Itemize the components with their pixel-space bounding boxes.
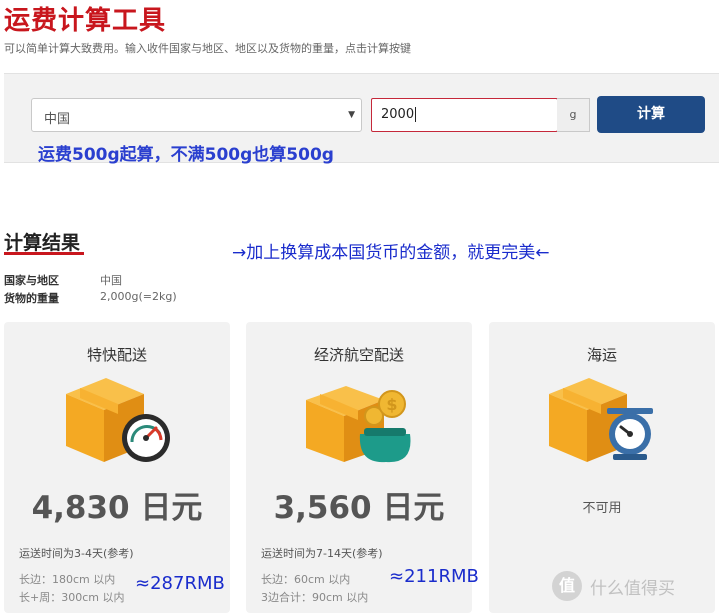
result-weight-value: 2,000g(=2kg) xyxy=(100,290,177,303)
result-heading-underline xyxy=(4,252,84,255)
rmb-note-economy: ≈211RMB xyxy=(389,566,479,587)
country-select-value: 中国 xyxy=(44,112,71,127)
card-price: 3,560 日元 xyxy=(273,490,445,526)
country-select[interactable]: 中国 ▼ xyxy=(31,98,362,132)
chevron-down-icon: ▼ xyxy=(348,110,355,120)
weight-unit-label: g xyxy=(557,98,590,132)
card-delivery-time: 运送时间为7-14天(参考) xyxy=(261,547,383,560)
svg-text:$: $ xyxy=(386,395,397,414)
result-weight-label: 货物的重量 xyxy=(4,292,59,305)
box-scale-icon xyxy=(549,378,653,462)
result-heading: 计算结果 xyxy=(4,232,81,254)
card-size-limit-2: 3边合计：90cm 以内 xyxy=(261,591,369,604)
calculate-button[interactable]: 计算 xyxy=(597,96,705,133)
currency-annotation: →加上换算成本国货币的金额，就更完美← xyxy=(232,243,550,263)
card-title: 特快配送 xyxy=(86,346,147,364)
weight-input[interactable]: 2000 xyxy=(371,98,558,132)
text-caret xyxy=(415,107,417,122)
card-price: 4,830 日元 xyxy=(31,490,203,526)
card-size-limit-1: 长边：60cm 以内 xyxy=(261,573,351,586)
watermark-logo-icon: 值 xyxy=(552,571,582,601)
card-title: 经济航空配送 xyxy=(313,346,404,364)
card-size-limit-2: 长+周：300cm 以内 xyxy=(19,591,125,604)
card-unavailable: 不可用 xyxy=(582,501,622,516)
card-title: 海运 xyxy=(586,346,617,364)
card-delivery-time: 运送时间为3-4天(参考) xyxy=(19,547,134,560)
result-country-value: 中国 xyxy=(100,274,122,287)
weight-input-value: 2000 xyxy=(381,107,415,122)
result-country-label: 国家与地区 xyxy=(4,274,59,287)
rmb-note-express: ≈287RMB xyxy=(135,573,225,594)
card-size-limit-1: 长边：180cm 以内 xyxy=(19,573,116,586)
min-weight-annotation: 运费500g起算，不满500g也算500g xyxy=(38,145,334,165)
shipping-card-express: 特快配送 4,830 日元 运送时间为3-4天(参考) 长边：180cm 以内 … xyxy=(4,322,230,613)
box-moneybag-icon: $ xyxy=(306,386,411,463)
watermark-text: 什么值得买 xyxy=(590,579,675,599)
page-subtitle: 可以简单计算大致费用。输入收件国家与地区、地区以及货物的重量，点击计算按键 xyxy=(4,42,411,55)
box-speedometer-icon xyxy=(66,378,170,462)
site-watermark: 值 什么值得买 xyxy=(548,569,719,605)
page-title: 运费计算工具 xyxy=(4,6,167,36)
